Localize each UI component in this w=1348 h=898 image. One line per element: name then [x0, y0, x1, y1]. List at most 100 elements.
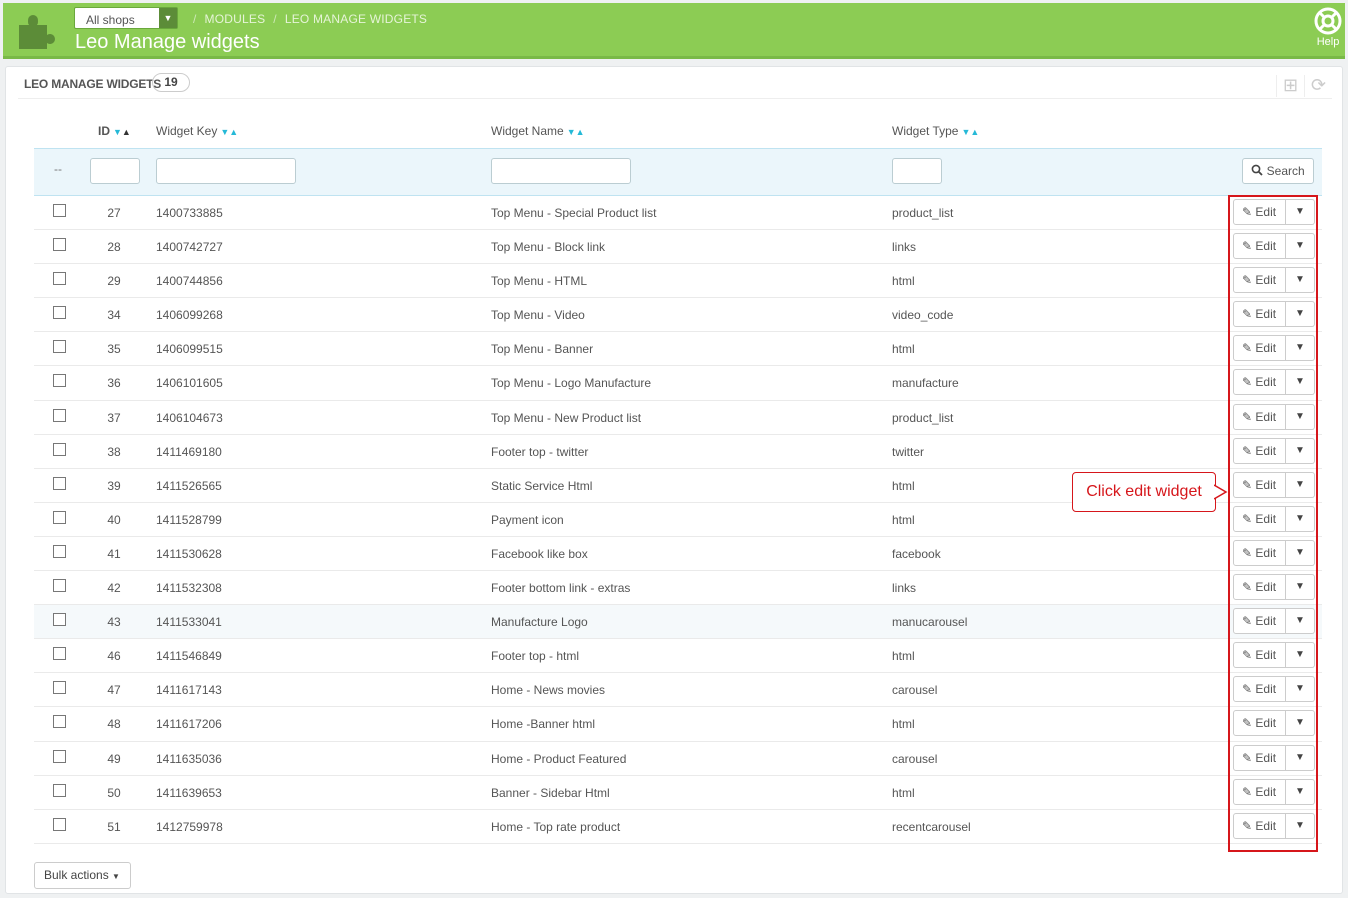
id-filter-input[interactable] — [90, 158, 140, 184]
row-checkbox[interactable] — [53, 442, 66, 456]
edit-button[interactable]: ✎ Edit — [1233, 505, 1286, 532]
row-actions-dropdown[interactable]: ▼ — [1286, 233, 1315, 260]
shop-selector[interactable]: All shops ▼ — [74, 7, 178, 29]
row-checkbox[interactable] — [53, 715, 66, 729]
search-button[interactable]: Search — [1242, 158, 1314, 184]
row-actions-dropdown[interactable]: ▼ — [1286, 676, 1315, 703]
table-row: 27 1400733885 Top Menu - Special Product l… — [34, 196, 1322, 231]
row-actions-dropdown[interactable]: ▼ — [1286, 369, 1315, 396]
row-checkbox[interactable] — [53, 272, 66, 286]
row-actions-dropdown[interactable]: ▼ — [1286, 710, 1315, 737]
edit-button[interactable]: ✎ Edit — [1233, 710, 1286, 737]
row-actions-dropdown[interactable]: ▼ — [1286, 301, 1315, 328]
row-actions-dropdown[interactable]: ▼ — [1286, 267, 1315, 294]
edit-button[interactable]: ✎ Edit — [1233, 608, 1286, 635]
name-filter-input[interactable] — [491, 158, 631, 184]
row-id: 41 — [107, 546, 121, 561]
row-checkbox[interactable] — [53, 613, 66, 627]
row-actions-dropdown[interactable]: ▼ — [1286, 744, 1315, 771]
row-actions-dropdown[interactable]: ▼ — [1286, 642, 1315, 669]
edit-button[interactable]: ✎ Edit — [1233, 437, 1286, 464]
edit-button[interactable]: ✎ Edit — [1233, 642, 1286, 669]
row-id: 47 — [107, 683, 121, 698]
pencil-icon: ✎ — [1242, 409, 1253, 424]
row-checkbox[interactable] — [53, 374, 66, 388]
bulk-actions-label: Bulk actions — [44, 868, 109, 882]
add-new-icon[interactable]: ⊞ — [1276, 75, 1304, 97]
row-actions-dropdown[interactable]: ▼ — [1286, 812, 1315, 839]
filter-row: -- Search — [34, 148, 1322, 196]
table-row: 34 1406099268 Top Menu - Video video_code ✎ … — [34, 298, 1322, 333]
row-checkbox[interactable] — [53, 579, 66, 593]
edit-button[interactable]: ✎ Edit — [1233, 778, 1286, 805]
table-row: 51 1412759978 Home - Top rate product recen… — [34, 810, 1322, 844]
row-actions-dropdown[interactable]: ▼ — [1286, 539, 1315, 566]
row-checkbox[interactable] — [53, 476, 66, 490]
row-actions-dropdown[interactable]: ▼ — [1286, 505, 1315, 532]
row-widget-name: Footer top - html — [491, 649, 580, 664]
bulk-actions-button[interactable]: Bulk actions ▼ — [34, 862, 131, 889]
edit-button[interactable]: ✎ Edit — [1233, 471, 1286, 498]
row-widget-type: links — [892, 240, 917, 255]
edit-button[interactable]: ✎ Edit — [1233, 301, 1286, 328]
edit-button[interactable]: ✎ Edit — [1233, 676, 1286, 703]
key-filter-input[interactable] — [156, 158, 296, 184]
sort-arrows-icon[interactable]: ▼▲ — [567, 127, 585, 137]
row-checkbox[interactable] — [53, 544, 66, 558]
row-actions-dropdown[interactable]: ▼ — [1286, 778, 1315, 805]
caret-down-icon: ▼ — [1295, 546, 1305, 558]
edit-button-label: Edit — [1255, 648, 1277, 663]
row-widget-key: 1400733885 — [156, 206, 223, 220]
row-widget-key: 1411533041 — [156, 615, 222, 630]
edit-button[interactable]: ✎ Edit — [1233, 812, 1286, 839]
edit-button[interactable]: ✎ Edit — [1233, 403, 1286, 430]
pencil-icon: ✎ — [1242, 341, 1253, 356]
column-header-id[interactable]: ID ▼▲ — [98, 124, 131, 138]
edit-button[interactable]: ✎ Edit — [1233, 267, 1286, 294]
edit-button-label: Edit — [1255, 273, 1277, 288]
edit-button-label: Edit — [1255, 477, 1277, 492]
shop-selector-value: All shops — [86, 13, 135, 27]
row-checkbox[interactable] — [53, 510, 66, 524]
column-header-type[interactable]: Widget Type ▼▲ — [892, 124, 979, 138]
row-checkbox[interactable] — [53, 306, 66, 320]
row-checkbox[interactable] — [53, 749, 66, 763]
sort-arrows-icon[interactable]: ▼▲ — [113, 127, 131, 137]
edit-button[interactable]: ✎ Edit — [1233, 744, 1286, 771]
edit-button[interactable]: ✎ Edit — [1233, 539, 1286, 566]
sort-arrows-icon[interactable]: ▼▲ — [220, 127, 238, 137]
row-widget-type: carousel — [892, 751, 938, 766]
edit-button[interactable]: ✎ Edit — [1233, 369, 1286, 396]
type-filter-input[interactable] — [892, 158, 942, 184]
row-id: 40 — [107, 512, 121, 527]
row-widget-name: Facebook like box — [491, 546, 588, 561]
row-actions-dropdown[interactable]: ▼ — [1286, 574, 1315, 601]
row-actions-dropdown[interactable]: ▼ — [1286, 608, 1315, 635]
sort-arrows-icon[interactable]: ▼▲ — [961, 127, 979, 137]
row-checkbox[interactable] — [53, 681, 66, 695]
row-checkbox[interactable] — [53, 408, 66, 422]
row-actions-dropdown[interactable]: ▼ — [1286, 335, 1315, 362]
row-checkbox[interactable] — [53, 204, 66, 217]
row-checkbox[interactable] — [53, 817, 66, 831]
refresh-icon[interactable]: ⟳ — [1304, 75, 1332, 97]
edit-button[interactable]: ✎ Edit — [1233, 233, 1286, 260]
edit-button-label: Edit — [1255, 205, 1277, 219]
row-actions-dropdown[interactable]: ▼ — [1286, 199, 1315, 225]
row-checkbox[interactable] — [53, 647, 66, 661]
help-button[interactable]: Help — [1309, 7, 1347, 48]
breadcrumb-modules[interactable]: MODULES — [205, 12, 266, 26]
edit-button-label: Edit — [1255, 375, 1277, 390]
row-checkbox[interactable] — [53, 340, 66, 354]
edit-button[interactable]: ✎ Edit — [1233, 574, 1286, 601]
row-checkbox[interactable] — [53, 238, 66, 252]
row-widget-key: 1406099268 — [156, 308, 223, 323]
edit-button[interactable]: ✎ Edit — [1233, 199, 1286, 225]
column-header-key[interactable]: Widget Key ▼▲ — [156, 124, 238, 138]
row-checkbox[interactable] — [53, 783, 66, 797]
row-actions-dropdown[interactable]: ▼ — [1286, 437, 1315, 464]
row-actions-dropdown[interactable]: ▼ — [1286, 403, 1315, 430]
row-actions-dropdown[interactable]: ▼ — [1286, 471, 1315, 498]
edit-button[interactable]: ✎ Edit — [1233, 335, 1286, 362]
column-header-name[interactable]: Widget Name ▼▲ — [491, 124, 585, 138]
